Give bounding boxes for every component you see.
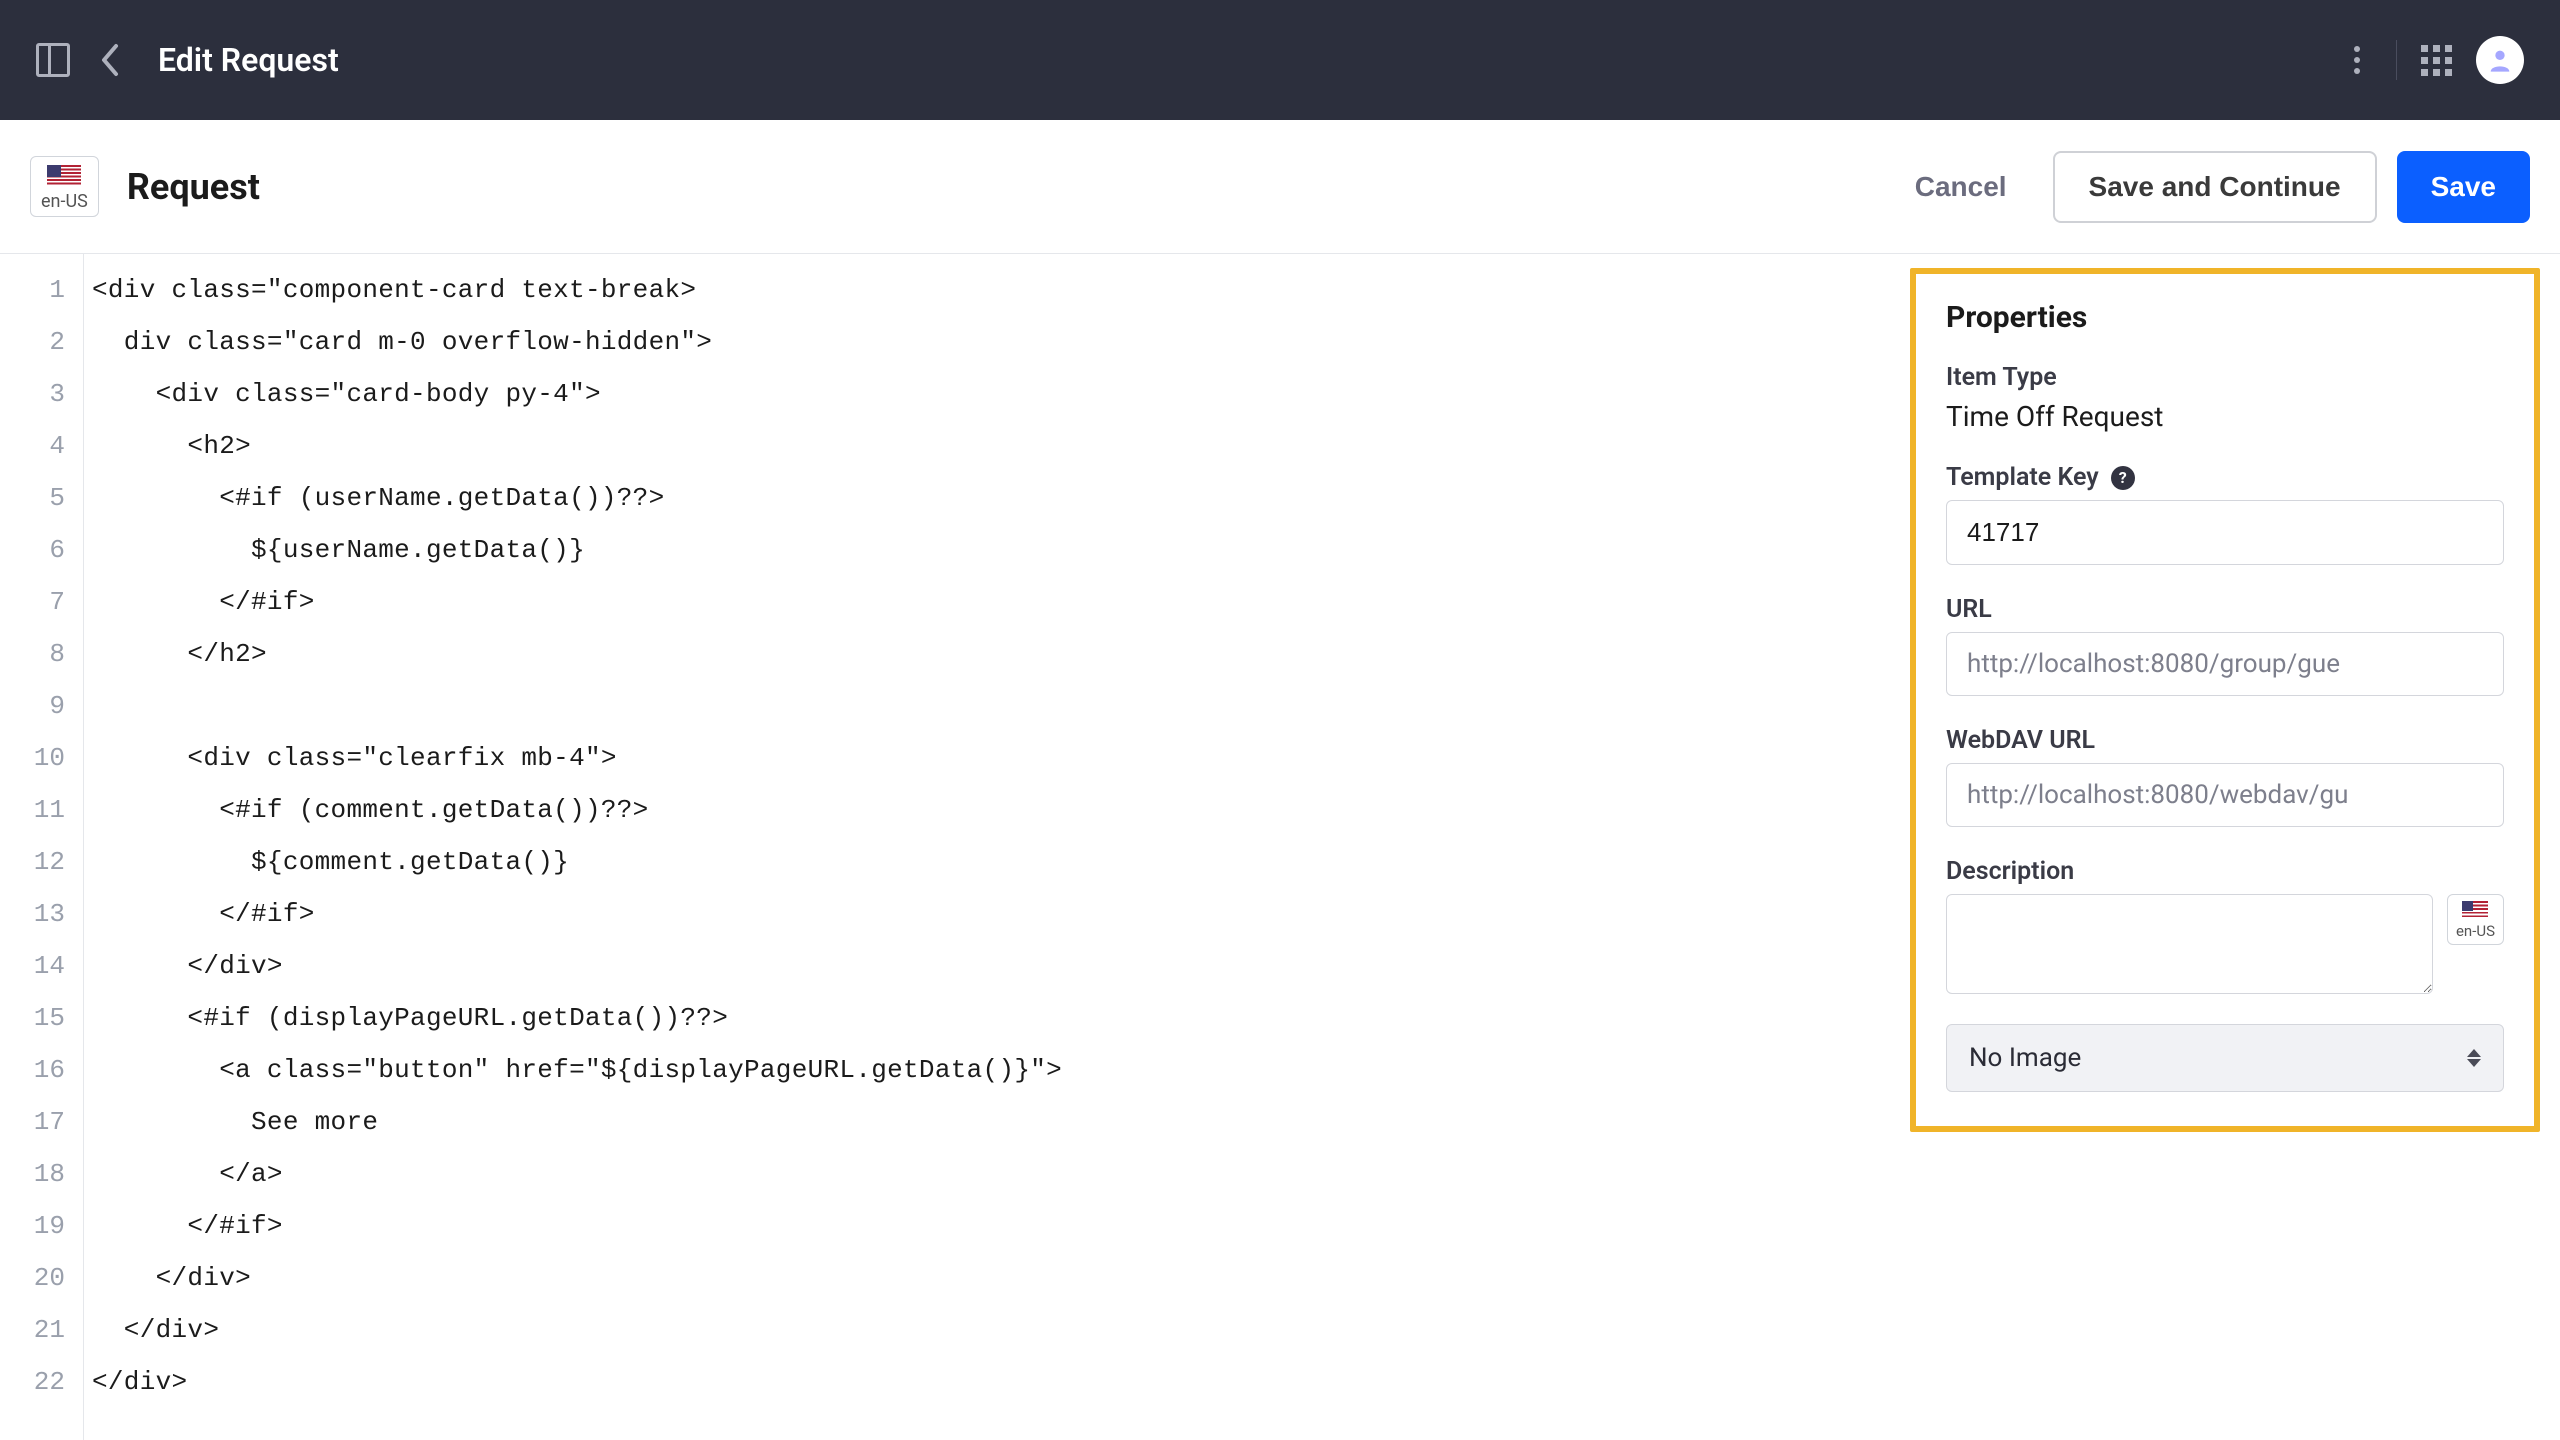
description-locale-selector[interactable]: en-US [2447, 894, 2504, 945]
code-line[interactable]: <div class="component-card text-break> [92, 264, 1890, 316]
template-key-label-text: Template Key [1946, 463, 2099, 492]
code-line[interactable]: <div class="clearfix mb-4"> [92, 732, 1890, 784]
code-editor[interactable]: 12345678910111213141516171819202122 <div… [0, 254, 1890, 1440]
line-number: 14 [0, 940, 65, 992]
top-bar-right [2342, 36, 2524, 84]
save-button[interactable]: Save [2397, 151, 2530, 223]
line-number: 19 [0, 1200, 65, 1252]
flag-us-icon [2462, 901, 2488, 919]
code-line[interactable]: div class="card m-0 overflow-hidden"> [92, 316, 1890, 368]
sub-bar-left: en-US Request [30, 156, 260, 217]
save-continue-button[interactable]: Save and Continue [2053, 151, 2377, 223]
top-bar: Edit Request [0, 0, 2560, 120]
url-label: URL [1946, 595, 2504, 624]
template-key-label: Template Key ? [1946, 463, 2504, 492]
locale-code: en-US [41, 191, 88, 212]
line-number: 4 [0, 420, 65, 472]
webdav-url-value[interactable]: http://localhost:8080/webdav/gu [1946, 763, 2504, 827]
divider [2396, 40, 2397, 80]
user-avatar[interactable] [2476, 36, 2524, 84]
code-line[interactable] [92, 680, 1890, 732]
properties-heading: Properties [1946, 300, 2504, 335]
code-line[interactable]: <#if (comment.getData())??> [92, 784, 1890, 836]
code-line[interactable]: ${userName.getData()} [92, 524, 1890, 576]
url-value[interactable]: http://localhost:8080/group/gue [1946, 632, 2504, 696]
sub-bar-right: Cancel Save and Continue Save [1889, 151, 2530, 223]
webdav-url-label: WebDAV URL [1946, 726, 2504, 755]
line-gutter: 12345678910111213141516171819202122 [0, 254, 84, 1440]
code-line[interactable]: <#if (userName.getData())??> [92, 472, 1890, 524]
code-line[interactable]: </h2> [92, 628, 1890, 680]
line-number: 2 [0, 316, 65, 368]
top-bar-left: Edit Request [36, 41, 339, 79]
line-number: 5 [0, 472, 65, 524]
line-number: 6 [0, 524, 65, 576]
code-line[interactable]: <a class="button" href="${displayPageURL… [92, 1044, 1890, 1096]
code-line[interactable]: </#if> [92, 576, 1890, 628]
line-number: 7 [0, 576, 65, 628]
image-select-value: No Image [1969, 1043, 2081, 1073]
description-input[interactable] [1946, 894, 2433, 994]
line-number: 8 [0, 628, 65, 680]
cancel-button[interactable]: Cancel [1889, 155, 2033, 219]
sub-bar: en-US Request Cancel Save and Continue S… [0, 120, 2560, 254]
flag-us-icon [47, 165, 81, 187]
line-number: 15 [0, 992, 65, 1044]
line-number: 20 [0, 1252, 65, 1304]
code-line[interactable]: </a> [92, 1148, 1890, 1200]
back-button[interactable] [94, 45, 124, 75]
main-area: 12345678910111213141516171819202122 <div… [0, 254, 2560, 1440]
code-line[interactable]: See more [92, 1096, 1890, 1148]
line-number: 17 [0, 1096, 65, 1148]
help-icon[interactable]: ? [2111, 466, 2135, 490]
code-text-area[interactable]: <div class="component-card text-break> d… [84, 254, 1890, 1440]
line-number: 11 [0, 784, 65, 836]
line-number: 12 [0, 836, 65, 888]
panel-toggle-icon[interactable] [36, 43, 70, 77]
code-line[interactable]: </div> [92, 1356, 1890, 1408]
line-number: 21 [0, 1304, 65, 1356]
description-row: en-US [1946, 894, 2504, 994]
image-select[interactable]: No Image [1946, 1024, 2504, 1092]
description-label: Description [1946, 857, 2504, 886]
code-line[interactable]: </#if> [92, 888, 1890, 940]
line-number: 3 [0, 368, 65, 420]
line-number: 18 [0, 1148, 65, 1200]
code-line[interactable]: </div> [92, 940, 1890, 992]
template-key-input[interactable] [1946, 500, 2504, 565]
properties-rail: Properties Item Type Time Off Request Te… [1890, 254, 2560, 1440]
code-line[interactable]: </div> [92, 1252, 1890, 1304]
locale-selector[interactable]: en-US [30, 156, 99, 217]
page-title: Edit Request [158, 41, 339, 79]
code-line[interactable]: </#if> [92, 1200, 1890, 1252]
code-line[interactable]: <h2> [92, 420, 1890, 472]
select-arrows-icon [2467, 1049, 2481, 1067]
line-number: 22 [0, 1356, 65, 1408]
code-line[interactable]: </div> [92, 1304, 1890, 1356]
line-number: 13 [0, 888, 65, 940]
apps-grid-icon[interactable] [2421, 45, 2452, 76]
line-number: 1 [0, 264, 65, 316]
entity-title: Request [127, 166, 260, 208]
more-menu-icon[interactable] [2342, 38, 2372, 82]
code-line[interactable]: ${comment.getData()} [92, 836, 1890, 888]
code-line[interactable]: <#if (displayPageURL.getData())??> [92, 992, 1890, 1044]
properties-panel: Properties Item Type Time Off Request Te… [1910, 268, 2540, 1132]
line-number: 9 [0, 680, 65, 732]
item-type-label: Item Type [1946, 363, 2504, 392]
line-number: 16 [0, 1044, 65, 1096]
item-type-value: Time Off Request [1946, 400, 2504, 433]
line-number: 10 [0, 732, 65, 784]
code-line[interactable]: <div class="card-body py-4"> [92, 368, 1890, 420]
locale-code: en-US [2456, 922, 2495, 940]
